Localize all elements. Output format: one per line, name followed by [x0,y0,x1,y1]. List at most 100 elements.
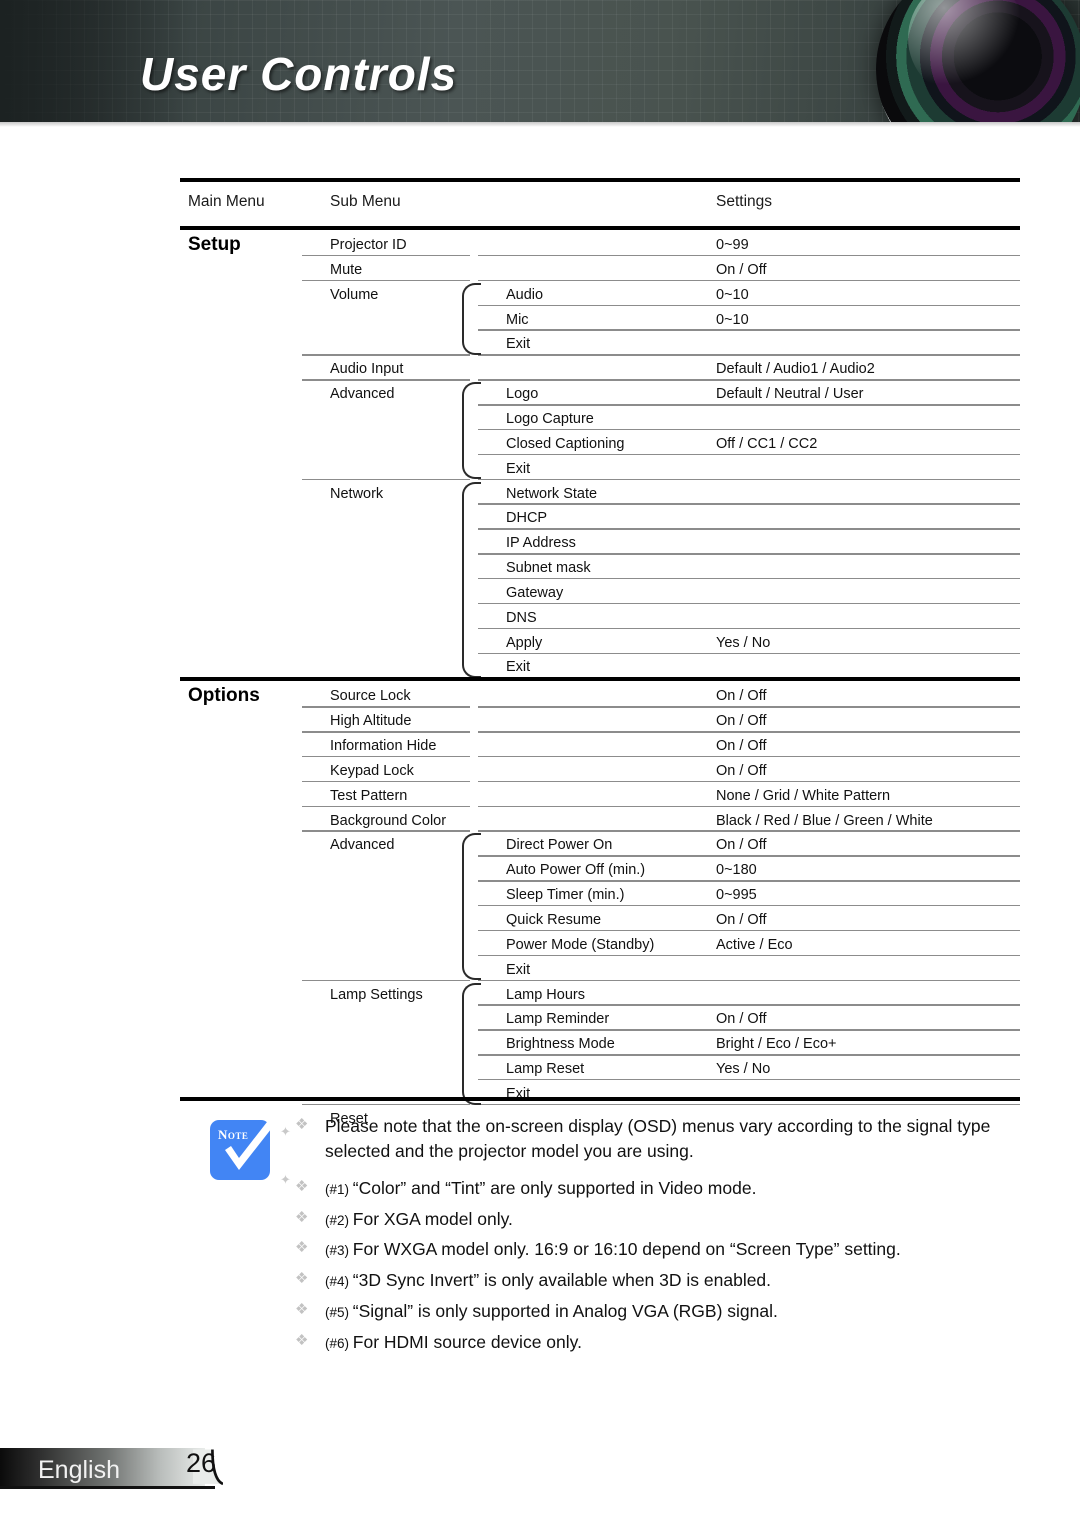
settings-value: On / Off [716,713,767,730]
settings-value: Yes / No [716,1061,771,1078]
child-menu-label: Subnet mask [506,560,591,577]
settings-value: 0~995 [716,887,757,904]
row-rule [478,904,1020,907]
child-menu-label: Logo [506,386,539,403]
row-rule [478,1004,1020,1006]
child-menu-label: Brightness Mode [506,1036,615,1053]
sub-menu-label: Source Lock [330,688,411,705]
settings-value: Bright / Eco / Eco+ [716,1036,837,1053]
child-menu-label: Lamp Hours [506,986,585,1003]
note-item: ❖ (#2) For XGA model only. [295,1207,1007,1232]
settings-value: 0~99 [716,237,749,253]
note-reference-number: (#1) [325,1181,353,1197]
note-item: ❖ (#5) “Signal” is only supported in Anal… [295,1299,1007,1324]
checkmark-icon [225,1122,275,1170]
sub-menu-label: Projector ID [330,237,407,253]
note-item: ❖ (#6) For HDMI source device only. [295,1330,1007,1355]
column-header-settings: Settings [716,193,773,210]
settings-value: Yes / No [716,634,771,651]
row-rule [478,404,1020,406]
settings-value: Active / Eco [716,936,793,953]
sub-menu-label: High Altitude [330,713,412,730]
note-reference-number: (#5) [325,1305,353,1321]
note-bullet-icon: ❖ [295,1239,309,1257]
child-menu-label: Exit [506,460,531,477]
sub-menu-rule [302,805,470,808]
sub-menu-label: Advanced [330,837,395,854]
group-separator-rule-setup [180,226,1020,230]
note-text: For XGA model only. [352,1208,513,1229]
row-rule [478,880,1020,882]
footer-language-label: English [38,1456,120,1484]
row-rule [478,954,1020,957]
note-reference-number: (#2) [325,1212,353,1228]
sub-menu-label: Audio Input [330,361,404,378]
row-rule [478,731,1020,733]
group-brace [462,282,481,356]
row-rule [478,1103,1020,1106]
table-bottom-rule [180,1097,1020,1101]
row-rule [478,304,1020,307]
note-bullet-icon: ❖ [295,1177,309,1195]
table-top-rule [180,178,1020,182]
settings-value: On / Off [716,911,767,928]
settings-value: 0~10 [716,311,749,328]
child-menu-label: Lamp Reminder [506,1011,610,1028]
note-bullet-icon: ❖ [295,1331,309,1349]
row-rule [478,453,1020,456]
settings-value: On / Off [716,762,767,779]
sub-menu-label: Keypad Lock [330,762,414,779]
row-rule [478,379,1020,381]
child-menu-label: DHCP [506,510,548,527]
sub-menu-rule [302,731,470,733]
row-rule [478,855,1020,857]
sub-menu-label: Information Hide [330,738,437,754]
row-rule [478,1078,1020,1081]
child-menu-label: Audio [506,286,544,303]
child-menu-label: Power Mode (Standby) [506,936,655,953]
group-brace [462,382,481,480]
child-menu-label: Quick Resume [506,911,602,928]
child-menu-label: Exit [506,336,531,353]
sub-menu-rule [302,979,470,982]
row-rule [478,428,1020,431]
group-brace [462,481,481,679]
sub-menu-rule [302,354,470,356]
row-rule [478,706,1020,708]
sub-menu-label: Advanced [330,386,395,403]
note-bullet-icon: ❖ [295,1116,309,1133]
note-item: ❖ (#3) For WXGA model only. 16:9 or 16:10… [295,1237,1007,1262]
row-rule [478,528,1020,530]
note-reference-number: (#3) [325,1243,353,1259]
sub-menu-rule [302,279,470,282]
sub-menu-rule [302,478,470,481]
settings-value: On / Off [716,688,767,705]
sub-menu-rule [302,706,470,708]
note-text: “3D Sync Invert” is only available when … [352,1270,772,1291]
child-menu-label: Gateway [506,584,564,601]
settings-value: On / Off [716,1011,767,1028]
settings-value: Default / Audio1 / Audio2 [716,361,875,378]
sub-menu-label: Volume [330,286,379,303]
sub-menu-rule [302,755,470,758]
child-menu-label: Network State [506,485,598,502]
child-menu-label: Apply [506,634,543,651]
row-rule [478,979,1020,982]
column-header-main-menu: Main Menu [188,193,265,210]
child-menu-label: DNS [506,609,537,626]
row-rule [478,254,1020,257]
sub-menu-label: Network [330,485,384,502]
sub-menu-label: Mute [330,261,363,278]
row-rule [478,503,1020,505]
child-menu-label: Direct Power On [506,837,613,854]
row-rule [478,577,1020,580]
note-reference-number: (#4) [325,1274,353,1290]
sparkle-icon: ✦ [280,1172,291,1187]
row-rule [478,780,1020,783]
settings-value: On / Off [716,837,767,854]
note-text: “Color” and “Tint” are only supported in… [352,1177,757,1198]
child-menu-label: IP Address [506,535,576,552]
sub-menu-rule [302,254,470,257]
settings-value: 0~180 [716,862,757,879]
footer-rule [0,1486,215,1489]
